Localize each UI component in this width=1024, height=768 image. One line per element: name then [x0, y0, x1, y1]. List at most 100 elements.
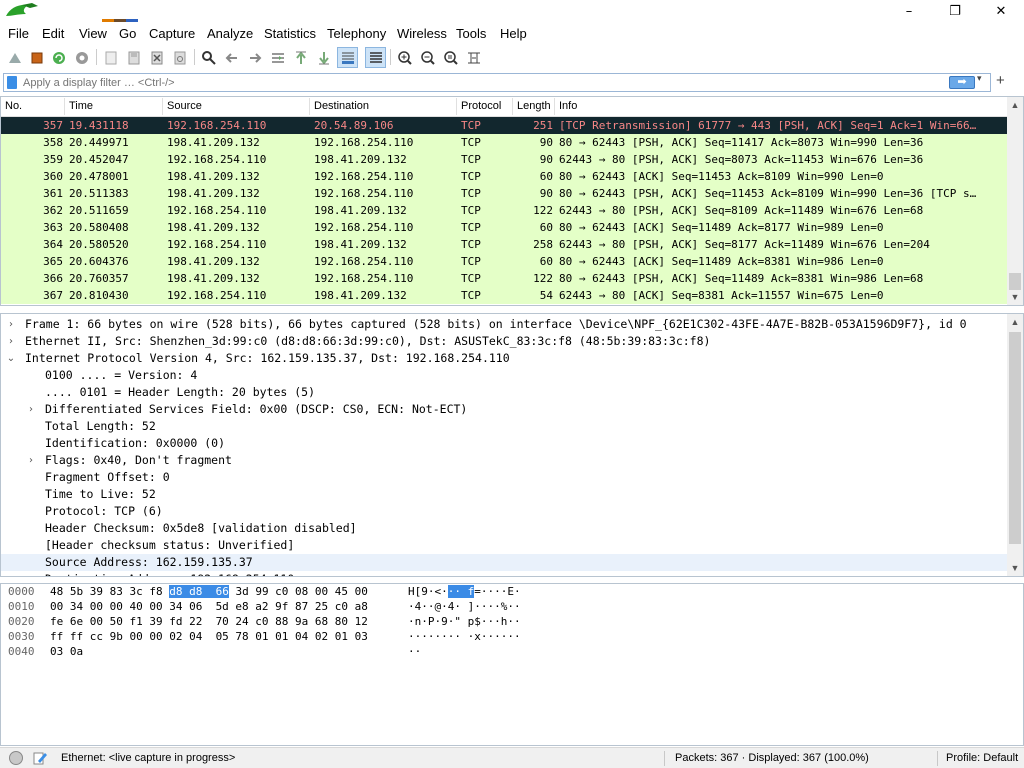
- menu-capture[interactable]: Capture: [149, 26, 195, 41]
- scroll-thumb[interactable]: [1009, 332, 1021, 544]
- profile-status[interactable]: Profile: Default: [946, 752, 1018, 764]
- go-forward-icon[interactable]: [244, 47, 265, 68]
- menu-statistics[interactable]: Statistics: [264, 26, 316, 41]
- packet-row[interactable]: 363 20.580408 198.41.209.132 192.168.254.11…: [1, 219, 1007, 236]
- detail-row[interactable]: Total Length: 52: [1, 418, 1007, 435]
- column-divider[interactable]: [554, 98, 555, 115]
- packet-row[interactable]: 358 20.449971 198.41.209.132 192.168.254.11…: [1, 134, 1007, 151]
- expand-icon[interactable]: ›: [25, 452, 37, 469]
- detail-row[interactable]: Header Checksum: 0x5de8 [validation disa…: [1, 520, 1007, 537]
- close-file-icon[interactable]: [146, 47, 167, 68]
- filter-history-dropdown[interactable]: ▾: [977, 73, 982, 84]
- scroll-thumb[interactable]: [1009, 273, 1021, 290]
- column-header-time[interactable]: Time: [69, 100, 93, 112]
- expand-icon[interactable]: ›: [25, 401, 37, 418]
- menu-edit[interactable]: Edit: [42, 26, 64, 41]
- packet-row[interactable]: 359 20.452047 192.168.254.110 198.41.209.13…: [1, 151, 1007, 168]
- detail-row[interactable]: Protocol: TCP (6): [1, 503, 1007, 520]
- detail-row[interactable]: ⌄ Internet Protocol Version 4, Src: 162.1…: [1, 350, 1007, 367]
- bytes-row[interactable]: 0020 fe 6e 00 50 f1 39 fd 22 70 24 c0 88 …: [1, 614, 1007, 629]
- bytes-row[interactable]: 0040 03 0a ··: [1, 644, 1007, 659]
- reload-file-icon[interactable]: [169, 47, 190, 68]
- menu-view[interactable]: View: [79, 26, 107, 41]
- byte-hex[interactable]: ff ff cc 9b 00 00 02 04 05 78 01 01 04 0…: [50, 629, 368, 644]
- find-packet-icon[interactable]: [198, 47, 219, 68]
- expand-icon[interactable]: ›: [5, 333, 17, 350]
- column-divider[interactable]: [64, 98, 65, 115]
- go-first-icon[interactable]: [290, 47, 311, 68]
- detail-row[interactable]: › Ethernet II, Src: Shenzhen_3d:99:c0 (d8…: [1, 333, 1007, 350]
- detail-row[interactable]: › Flags: 0x40, Don't fragment: [1, 452, 1007, 469]
- byte-ascii[interactable]: ·n·P·9·" p$···h··: [408, 614, 521, 629]
- byte-ascii[interactable]: ········ ·x······: [408, 629, 521, 644]
- packet-row[interactable]: 361 20.511383 198.41.209.132 192.168.254.11…: [1, 185, 1007, 202]
- column-divider[interactable]: [512, 98, 513, 115]
- detail-row[interactable]: › Frame 1: 66 bytes on wire (528 bits), 6…: [1, 316, 1007, 333]
- menu-wireless[interactable]: Wireless: [397, 26, 447, 41]
- shark-fin-icon[interactable]: [4, 47, 25, 68]
- capture-options-icon[interactable]: [71, 47, 92, 68]
- save-file-icon[interactable]: [123, 47, 144, 68]
- menu-tools[interactable]: Tools: [456, 26, 486, 41]
- maximize-button[interactable]: ❐: [932, 0, 978, 22]
- packet-row[interactable]: 357 19.431118 192.168.254.110 20.54.89.106 T…: [1, 117, 1007, 134]
- packet-row[interactable]: 365 20.604376 198.41.209.132 192.168.254.11…: [1, 253, 1007, 270]
- restart-capture-icon[interactable]: [48, 47, 69, 68]
- open-file-icon[interactable]: [100, 47, 121, 68]
- detail-row[interactable]: [Header checksum status: Unverified]: [1, 537, 1007, 554]
- menu-file[interactable]: File: [8, 26, 29, 41]
- colorize-icon[interactable]: [365, 47, 386, 68]
- detail-row[interactable]: Destination Address: 192.168.254.110: [1, 571, 1007, 576]
- packet-row[interactable]: 366 20.760357 198.41.209.132 192.168.254.11…: [1, 270, 1007, 287]
- autoscroll-icon[interactable]: [337, 47, 358, 68]
- capture-comment-icon[interactable]: [32, 750, 48, 766]
- add-filter-button[interactable]: +: [996, 72, 1005, 89]
- column-divider[interactable]: [456, 98, 457, 115]
- menu-analyze[interactable]: Analyze: [207, 26, 253, 41]
- collapse-icon[interactable]: ⌄: [5, 350, 17, 367]
- minimize-button[interactable]: –: [886, 0, 932, 22]
- byte-ascii[interactable]: ··: [408, 644, 421, 659]
- detail-row[interactable]: › Differentiated Services Field: 0x00 (DS…: [1, 401, 1007, 418]
- byte-hex[interactable]: 48 5b 39 83 3c f8 d8 d8 66 3d 99 c0 08 0…: [50, 584, 368, 599]
- close-button[interactable]: ✕: [978, 0, 1024, 22]
- expert-info-icon[interactable]: [9, 751, 23, 765]
- detail-row[interactable]: Source Address: 162.159.135.37: [1, 554, 1007, 571]
- column-header-destination[interactable]: Destination: [314, 100, 369, 112]
- apply-filter-button[interactable]: ➡: [949, 76, 975, 89]
- detail-row[interactable]: Time to Live: 52: [1, 486, 1007, 503]
- detail-row[interactable]: .... 0101 = Header Length: 20 bytes (5): [1, 384, 1007, 401]
- go-to-packet-icon[interactable]: [267, 47, 288, 68]
- menu-go[interactable]: Go: [119, 26, 136, 41]
- column-divider[interactable]: [309, 98, 310, 115]
- details-scrollbar[interactable]: ▲ ▼: [1007, 314, 1023, 576]
- byte-ascii[interactable]: ·4··@·4· ]····%··: [408, 599, 521, 614]
- packet-row[interactable]: 360 20.478001 198.41.209.132 192.168.254.11…: [1, 168, 1007, 185]
- scroll-down-icon[interactable]: ▼: [1007, 560, 1023, 576]
- stop-capture-icon[interactable]: [26, 47, 47, 68]
- bytes-row[interactable]: 0030 ff ff cc 9b 00 00 02 04 05 78 01 01 …: [1, 629, 1007, 644]
- scroll-down-icon[interactable]: ▼: [1007, 289, 1023, 305]
- detail-row[interactable]: 0100 .... = Version: 4: [1, 367, 1007, 384]
- byte-hex[interactable]: fe 6e 00 50 f1 39 fd 22 70 24 c0 88 9a 6…: [50, 614, 368, 629]
- column-header-protocol[interactable]: Protocol: [461, 100, 501, 112]
- zoom-in-icon[interactable]: [394, 47, 415, 68]
- expand-icon[interactable]: ›: [5, 316, 17, 333]
- column-header-source[interactable]: Source: [167, 100, 202, 112]
- byte-ascii[interactable]: H[9·<··· f=····E·: [408, 584, 521, 599]
- zoom-normal-icon[interactable]: [440, 47, 461, 68]
- display-filter-input[interactable]: [23, 74, 923, 91]
- filter-bookmark-icon[interactable]: [7, 76, 17, 89]
- column-header-info[interactable]: Info: [559, 100, 577, 112]
- column-header-length[interactable]: Length: [517, 100, 551, 112]
- resize-columns-icon[interactable]: [463, 47, 484, 68]
- scroll-up-icon[interactable]: ▲: [1007, 314, 1023, 330]
- menu-help[interactable]: Help: [500, 26, 527, 41]
- bytes-row[interactable]: 0010 00 34 00 00 40 00 34 06 5d e8 a2 9f …: [1, 599, 1007, 614]
- packet-list-scrollbar[interactable]: ▲ ▼: [1007, 97, 1023, 305]
- detail-row[interactable]: Fragment Offset: 0: [1, 469, 1007, 486]
- byte-hex[interactable]: 00 34 00 00 40 00 34 06 5d e8 a2 9f 87 2…: [50, 599, 368, 614]
- zoom-out-icon[interactable]: [417, 47, 438, 68]
- menu-telephony[interactable]: Telephony: [327, 26, 386, 41]
- column-header-no[interactable]: No.: [5, 100, 22, 112]
